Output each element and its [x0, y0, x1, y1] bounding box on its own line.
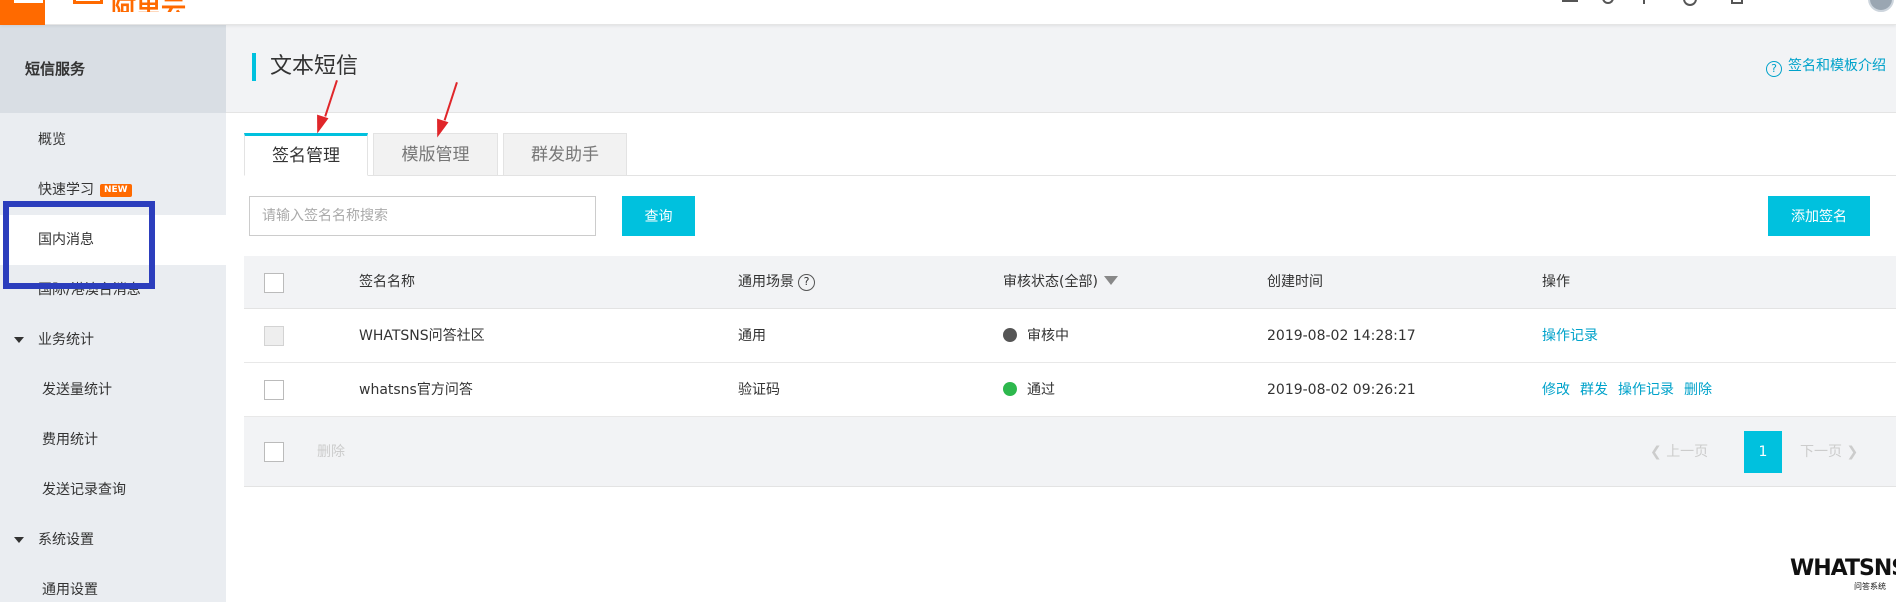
prev-page-button[interactable]: ❮ 上一页: [1650, 431, 1708, 473]
tab-bulk-assistant[interactable]: 群发助手: [503, 133, 627, 176]
sidebar-item-send-records[interactable]: 发送记录查询: [0, 465, 226, 515]
table-row: whatsns官方问答 验证码 通过 2019-08-02 09:26:21 修…: [244, 363, 1896, 417]
column-header-created: 创建时间: [1267, 274, 1323, 290]
signature-created-time: 2019-08-02 14:28:17: [1267, 328, 1416, 344]
sidebar-item-label: 发送记录查询: [42, 482, 126, 498]
sidebar: 短信服务 概览 快速学习 NEW 国内消息 国际/港澳台消息 业务统计 发送量统计…: [0, 25, 226, 602]
page-title: 文本短信: [252, 53, 358, 81]
grid-icon[interactable]: [1731, 0, 1743, 4]
caret-down-icon: [14, 537, 24, 543]
bulk-send-link[interactable]: 群发: [1580, 382, 1608, 398]
select-all-checkbox[interactable]: [264, 273, 284, 293]
cart-icon[interactable]: [1643, 0, 1645, 4]
hamburger-menu-button[interactable]: [0, 0, 45, 25]
signature-scene: 验证码: [738, 382, 780, 398]
row-actions: 操作记录: [1542, 309, 1608, 363]
sidebar-item-label: 快速学习: [38, 182, 94, 198]
sidebar-group-label: 业务统计: [38, 332, 94, 348]
sidebar-group-business-stats[interactable]: 业务统计: [0, 315, 226, 365]
table-row: WHATSNS问答社区 通用 审核中 2019-08-02 14:28:17 操…: [244, 309, 1896, 363]
column-header-status[interactable]: 审核状态(全部): [1003, 256, 1118, 309]
signature-name: WHATSNS问答社区: [359, 328, 485, 344]
sidebar-item-general-settings[interactable]: 通用设置: [0, 565, 226, 602]
annotation-highlight-box: [3, 201, 155, 289]
column-header-name: 签名名称: [359, 274, 415, 290]
sidebar-item-label: 概览: [38, 132, 66, 148]
help-link[interactable]: ? 签名和模板介绍: [1766, 55, 1886, 77]
row-checkbox[interactable]: [264, 380, 284, 400]
menu-icon: [14, 0, 43, 3]
aliyun-logo[interactable]: 阿里云: [73, 0, 186, 12]
next-page-button[interactable]: 下一页 ❯: [1800, 431, 1858, 473]
sidebar-item-cost-stats[interactable]: 费用统计: [0, 415, 226, 465]
question-icon: ?: [1766, 61, 1782, 77]
tab-template-management[interactable]: 模版管理: [373, 133, 498, 176]
sidebar-item-send-volume[interactable]: 发送量统计: [0, 365, 226, 415]
signature-status: 通过: [1003, 363, 1055, 417]
footer-select-all-checkbox[interactable]: [264, 442, 284, 462]
table-header: 签名名称 通用场景? 审核状态(全部) 创建时间 操作: [244, 256, 1896, 309]
new-badge: NEW: [100, 184, 132, 197]
sidebar-item-label: 通用设置: [42, 582, 98, 598]
signature-name: whatsns官方问答: [359, 382, 473, 398]
bell-icon[interactable]: [1602, 0, 1614, 4]
column-header-scene: 通用场景?: [738, 256, 815, 309]
status-dot-icon: [1003, 382, 1017, 396]
help-icon[interactable]: [1683, 0, 1697, 6]
operation-log-link[interactable]: 操作记录: [1542, 328, 1598, 344]
filter-icon[interactable]: [1103, 276, 1118, 285]
caret-down-icon: [14, 337, 24, 343]
tab-signature-management[interactable]: 签名管理: [244, 133, 368, 176]
pagination: ❮ 上一页 1 下一页 ❯: [1650, 431, 1870, 473]
page-header: 文本短信 ? 签名和模板介绍: [226, 25, 1896, 113]
watermark-logo: WHATSNS 问答系统: [1790, 556, 1896, 602]
bulk-delete-button[interactable]: 删除: [302, 437, 360, 467]
signature-scene: 通用: [738, 328, 766, 344]
operation-log-link[interactable]: 操作记录: [1618, 382, 1674, 398]
row-actions: 修改 群发 操作记录 删除: [1542, 363, 1722, 417]
sidebar-group-system-settings[interactable]: 系统设置: [0, 515, 226, 565]
query-button[interactable]: 查询: [622, 196, 695, 236]
sidebar-group-label: 系统设置: [38, 532, 94, 548]
signature-created-time: 2019-08-02 09:26:21: [1267, 382, 1416, 398]
chevron-left-icon: ❮: [1650, 444, 1667, 460]
sidebar-item-label: 发送量统计: [42, 382, 112, 398]
monitor-icon[interactable]: [1562, 0, 1578, 2]
sidebar-header: 短信服务: [0, 25, 226, 113]
chevron-right-icon: ❯: [1842, 444, 1859, 460]
signature-status: 审核中: [1003, 309, 1069, 363]
delete-link[interactable]: 删除: [1684, 382, 1712, 398]
avatar[interactable]: [1868, 0, 1894, 12]
row-checkbox: [264, 326, 284, 346]
logo-icon: [73, 0, 103, 4]
status-dot-icon: [1003, 328, 1017, 342]
sidebar-item-label: 费用统计: [42, 432, 98, 448]
question-icon[interactable]: ?: [798, 274, 815, 291]
current-page-button[interactable]: 1: [1744, 431, 1782, 473]
signature-table: 签名名称 通用场景? 审核状态(全部) 创建时间 操作 WHATSNS问答社区 …: [244, 256, 1896, 487]
column-header-actions: 操作: [1542, 274, 1570, 290]
top-bar: 阿里云: [0, 0, 1896, 25]
add-signature-button[interactable]: 添加签名: [1768, 196, 1870, 236]
edit-link[interactable]: 修改: [1542, 382, 1570, 398]
signature-search-input[interactable]: [249, 196, 596, 236]
table-footer: 删除 ❮ 上一页 1 下一页 ❯: [244, 417, 1896, 487]
sidebar-item-overview[interactable]: 概览: [0, 115, 226, 165]
